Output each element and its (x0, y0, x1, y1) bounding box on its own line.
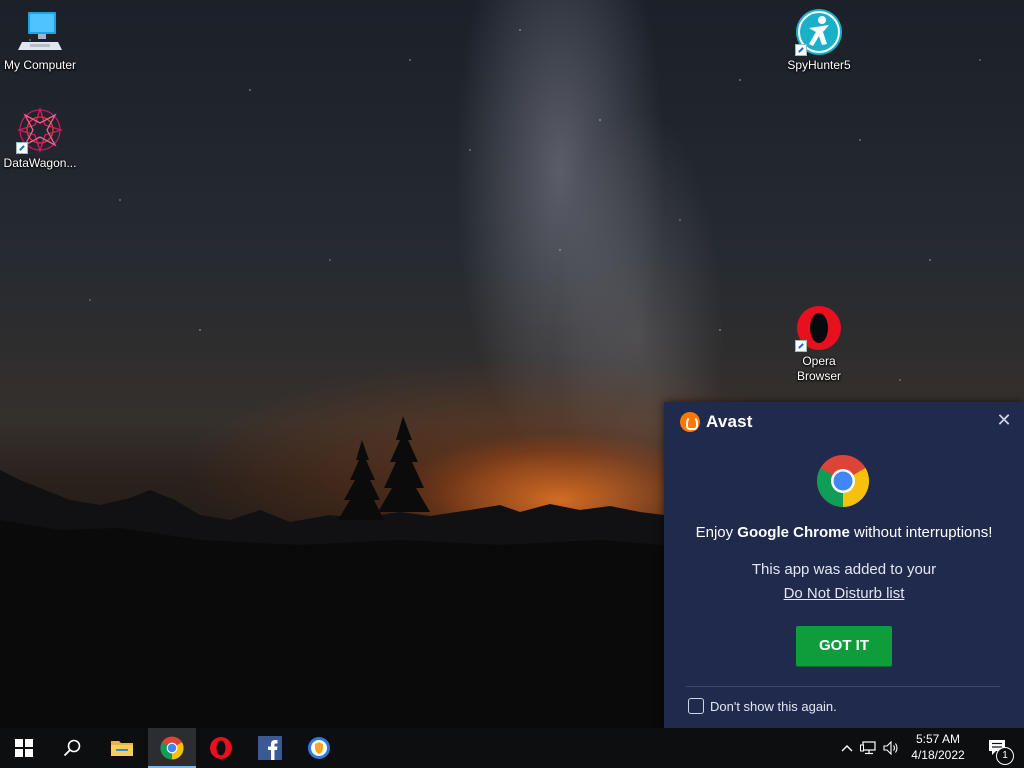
speaker-icon (883, 741, 898, 755)
notification-count-badge: 1 (996, 747, 1014, 765)
dont-show-again-label: Don't show this again. (710, 698, 837, 714)
clock-date: 4/18/2022 (911, 748, 965, 762)
taskbar-facebook[interactable] (246, 728, 294, 768)
opera-icon (210, 737, 232, 759)
system-tray (838, 728, 902, 768)
desktop-icon-spyhunter[interactable]: SpyHunter5 (779, 8, 859, 73)
taskbar-chrome[interactable] (148, 728, 196, 768)
shortcut-arrow-icon (795, 340, 807, 352)
dont-show-again-option[interactable]: Don't show this again. (688, 698, 837, 714)
taskbar-opera[interactable] (197, 728, 245, 768)
opera-icon (795, 304, 843, 352)
desktop-icon-label: DataWagon... (3, 156, 77, 170)
shortcut-arrow-icon (795, 44, 807, 56)
chrome-icon (160, 736, 184, 760)
message-prefix: Enjoy (695, 524, 738, 541)
chrome-icon (817, 455, 869, 507)
clock-time: 5:57 AM (915, 732, 961, 746)
avast-brand: Avast (706, 412, 753, 431)
windows-icon (15, 739, 33, 757)
notification-subtext: This app was added to your (751, 561, 937, 578)
avast-logo-icon (680, 412, 700, 432)
taskbar-file-explorer[interactable] (98, 728, 146, 768)
desktop-icon-label: SpyHunter5 (787, 58, 851, 72)
notification-message: Enjoy Google Chrome without interruption… (664, 524, 1024, 541)
chevron-up-icon (841, 745, 853, 752)
taskbar-secure-browser[interactable] (295, 728, 343, 768)
close-button[interactable]: ✕ (996, 410, 1012, 430)
spyhunter-icon (795, 8, 843, 56)
start-button[interactable] (0, 728, 48, 768)
desktop-icon-opera[interactable]: Opera Browser (779, 304, 859, 384)
clock[interactable]: 5:57 AM 4/18/2022 (906, 731, 970, 763)
datawagon-icon (16, 106, 64, 154)
avast-notification: Avast ✕ Enjoy Google Chrome without inte… (664, 402, 1024, 728)
dont-show-again-checkbox[interactable] (688, 698, 704, 714)
close-icon: ✕ (996, 410, 1012, 430)
taskbar: 5:57 AM 4/18/2022 1 (0, 728, 1024, 768)
secure-browser-icon (308, 737, 330, 759)
search-icon (63, 739, 81, 757)
avast-header: Avast (680, 412, 753, 432)
facebook-icon (258, 736, 282, 760)
volume-button[interactable] (880, 728, 902, 768)
show-hidden-icons-button[interactable] (838, 728, 856, 768)
message-app-name: Google Chrome (737, 524, 850, 541)
message-suffix: without interruptions! (849, 524, 993, 541)
shortcut-arrow-icon (16, 142, 28, 154)
desktop-icon-my-computer[interactable]: My Computer (0, 8, 80, 73)
folder-icon (111, 741, 133, 756)
search-button[interactable] (48, 728, 96, 768)
divider (686, 686, 1000, 687)
desktop-icon-datawagon[interactable]: DataWagon... (0, 106, 80, 171)
computer-icon (16, 8, 64, 56)
desktop-icon-label: Opera Browser (796, 354, 841, 383)
action-center-button[interactable]: 1 (978, 728, 1018, 768)
network-icon (860, 741, 876, 755)
desktop-icon-label: My Computer (3, 58, 77, 72)
got-it-button[interactable]: GOT IT (796, 626, 892, 666)
do-not-disturb-link[interactable]: Do Not Disturb list (664, 585, 1024, 602)
network-button[interactable] (856, 728, 880, 768)
